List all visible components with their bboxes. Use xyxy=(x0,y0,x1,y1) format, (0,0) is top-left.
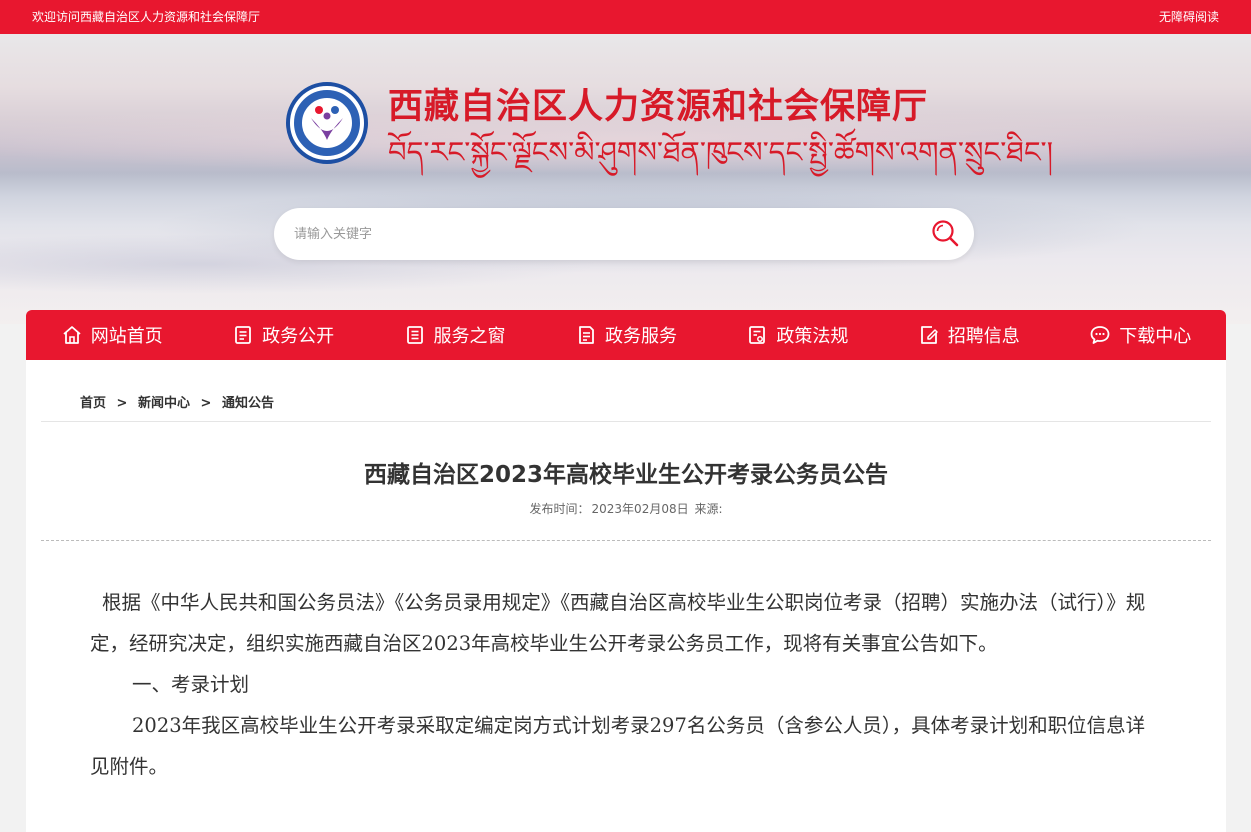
document-icon xyxy=(235,326,252,344)
source-label: 来源: xyxy=(694,502,723,516)
nav-item-service-window[interactable]: 服务之窗 xyxy=(369,310,540,360)
nav-item-download[interactable]: 下载中心 xyxy=(1055,310,1226,360)
paragraph: 根据《中华人民共和国公务员法》《公务员录用规定》《西藏自治区高校毕业生公职岗位考… xyxy=(90,591,1146,655)
breadcrumb: 首页 > 新闻中心 > 通知公告 xyxy=(80,392,280,411)
search-button[interactable] xyxy=(928,216,964,252)
nav-label: 服务之窗 xyxy=(433,326,506,347)
nav-label: 政务公开 xyxy=(262,326,335,347)
welcome-text: 欢迎访问西藏自治区人力资源和社会保障厅 xyxy=(32,10,261,24)
nav-item-policy[interactable]: 政策法规 xyxy=(712,310,883,360)
article-meta: 发布时间： 2023年02月08日 来源: xyxy=(26,500,1226,517)
breadcrumb-home[interactable]: 首页 xyxy=(80,396,106,411)
breadcrumb-separator: > xyxy=(116,396,128,411)
search-icon xyxy=(932,220,959,247)
divider xyxy=(41,421,1211,422)
paragraph: 2023年我区高校毕业生公开考录采取定编定岗方式计划考录297名公务员（含参公人… xyxy=(90,714,1146,778)
chat-icon xyxy=(1090,326,1110,344)
section-heading: 一、考录计划 xyxy=(132,673,250,696)
nav-item-gov-service[interactable]: 政务服务 xyxy=(540,310,711,360)
edit-doc-icon xyxy=(920,326,938,344)
article-title: 西藏自治区2023年高校毕业生公开考录公务员公告 xyxy=(363,462,888,488)
search-input[interactable] xyxy=(294,222,914,246)
nav-item-home[interactable]: 网站首页 xyxy=(26,310,197,360)
law-doc-icon xyxy=(749,326,766,344)
nav-label: 招聘信息 xyxy=(947,326,1020,347)
list-doc-icon xyxy=(406,326,423,344)
home-icon xyxy=(63,326,81,344)
org-logo[interactable] xyxy=(286,82,368,164)
nav-label: 政策法规 xyxy=(776,326,849,347)
dashed-divider xyxy=(41,540,1211,541)
accessibility-link[interactable]: 无障碍阅读 xyxy=(1159,8,1219,25)
logo-figure-icon xyxy=(311,106,343,140)
breadcrumb-news[interactable]: 新闻中心 xyxy=(138,396,190,411)
top-bar: 欢迎访问西藏自治区人力资源和社会保障厅 无障碍阅读 xyxy=(0,0,1251,34)
nav-label: 政务服务 xyxy=(604,326,677,347)
nav-item-recruitment[interactable]: 招聘信息 xyxy=(883,310,1054,360)
nav-label: 下载中心 xyxy=(1119,326,1192,347)
article-container: 首页 > 新闻中心 > 通知公告 西藏自治区2023年高校毕业生公开考录公务员公… xyxy=(26,360,1226,832)
nav-label: 网站首页 xyxy=(90,326,163,347)
breadcrumb-separator: > xyxy=(200,396,212,411)
search-bar xyxy=(274,208,974,260)
main-nav: 网站首页 政务公开 服务之窗 政务服务 政策法规 招聘信息 下载中心 xyxy=(26,310,1226,360)
breadcrumb-current[interactable]: 通知公告 xyxy=(222,396,274,411)
nav-item-gov-affairs[interactable]: 政务公开 xyxy=(197,310,368,360)
org-name-tibetan: བོད་རང་སྐྱོང་ལྗོངས་མི་ཤུགས་ཐོན་ཁུངས་དང་ས… xyxy=(388,135,1054,169)
form-icon xyxy=(579,326,594,344)
article-body: 根据《中华人民共和国公务员法》《公务员录用规定》《西藏自治区高校毕业生公职岗位考… xyxy=(90,582,1164,787)
date-label: 发布时间： xyxy=(529,502,590,516)
publish-date: 2023年02月08日 xyxy=(591,502,689,516)
